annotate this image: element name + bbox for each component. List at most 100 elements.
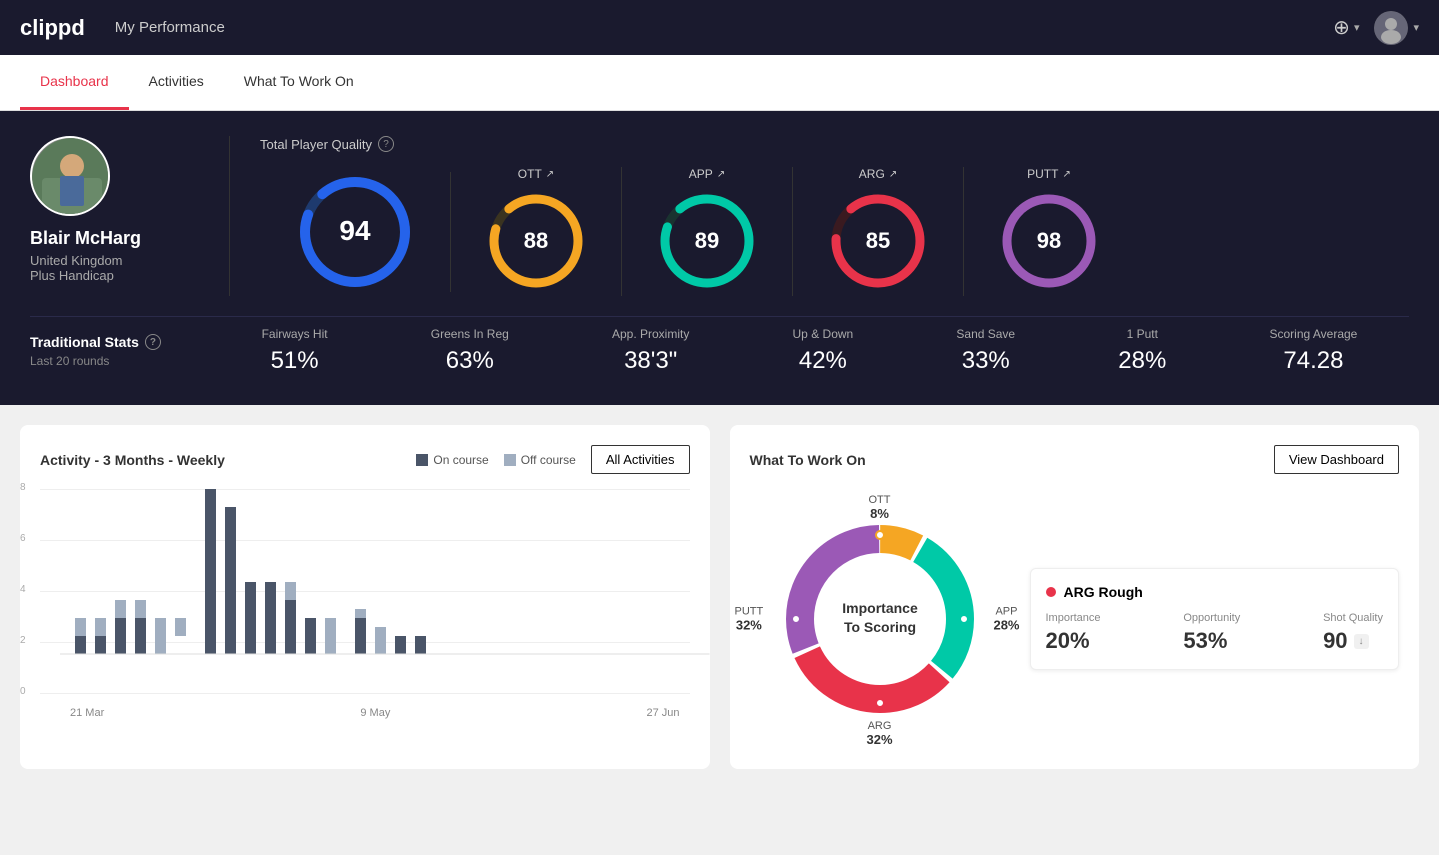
trad-stats-label: Traditional Stats ? Last 20 rounds [30, 334, 210, 368]
ott-marker [876, 531, 884, 539]
gauge-ott: OTT ↗ 88 [451, 167, 622, 296]
info-card-title: ARG Rough [1046, 584, 1384, 600]
main-tabs: Dashboard Activities What To Work On [0, 55, 1439, 111]
bar-chart-container: 8 6 4 2 0 [40, 489, 690, 719]
gauge-arg-label: ARG ↗ [859, 167, 897, 181]
user-menu[interactable]: ▾ [1374, 11, 1419, 45]
gauge-arg-container: 85 [828, 191, 928, 296]
stat-fairways: Fairways Hit 51% [262, 327, 328, 375]
gauge-app: APP ↗ 89 [622, 167, 793, 296]
putt-marker [792, 615, 800, 623]
gauge-ott-container: 88 [486, 191, 586, 296]
stat-proximity: App. Proximity 38'3" [612, 327, 689, 375]
avatar [1374, 11, 1408, 45]
legend-on-course: On course [416, 453, 488, 467]
player-handicap: Plus Handicap [30, 268, 114, 283]
app-label: APP 28% [993, 606, 1019, 633]
stat-scoring: Scoring Average 74.28 [1270, 327, 1358, 375]
arg-label: ARG 32% [866, 720, 892, 747]
quality-help-icon[interactable]: ? [378, 136, 394, 152]
x-label-mar: 21 Mar [70, 707, 104, 719]
header-actions: ⊕ ▾ ▾ [1333, 11, 1419, 45]
stat-sand-save: Sand Save 33% [956, 327, 1015, 375]
app-marker [960, 615, 968, 623]
gauge-app-label: APP ↗ [689, 167, 725, 181]
quality-section: Total Player Quality ? 94 OTT ↗ [230, 136, 1409, 296]
gauge-app-container: 89 [657, 191, 757, 296]
arg-marker [876, 699, 884, 707]
stat-up-down: Up & Down 42% [793, 327, 854, 375]
off-course-dot [504, 454, 516, 466]
player-avatar [30, 136, 110, 216]
what-to-work-title: What To Work On [750, 452, 866, 468]
gauge-arg: ARG ↗ 85 [793, 167, 964, 296]
legend-off-course: Off course [504, 453, 576, 467]
on-course-dot [416, 454, 428, 466]
player-info: Blair McHarg United Kingdom Plus Handica… [30, 136, 230, 296]
trad-stats-title: Traditional Stats ? [30, 334, 210, 350]
activity-panel: Activity - 3 Months - Weekly On course O… [20, 425, 710, 769]
stats-hero: Blair McHarg United Kingdom Plus Handica… [0, 111, 1439, 405]
what-to-work-panel: What To Work On View Dashboard Importanc… [730, 425, 1420, 769]
quality-label: Total Player Quality ? [260, 136, 1409, 152]
trad-stats-subtitle: Last 20 rounds [30, 354, 210, 368]
donut-center-line2: To Scoring [843, 619, 915, 635]
ott-arrow-icon: ↗ [546, 169, 554, 180]
gauge-putt-label: PUTT ↗ [1027, 167, 1071, 181]
chart-x-labels: 21 Mar 9 May 27 Jun [60, 707, 690, 719]
svg-text:98: 98 [1037, 228, 1061, 253]
trad-help-icon[interactable]: ? [145, 334, 161, 350]
svg-text:85: 85 [866, 228, 890, 253]
donut-center-line1: Importance [842, 600, 918, 616]
gauge-tpq-svg: 94 [295, 172, 415, 292]
gauge-ott-svg: 88 [486, 191, 586, 291]
activity-panel-header: Activity - 3 Months - Weekly On course O… [40, 445, 690, 474]
info-card: ARG Rough Importance 20% Opportunity 53%… [1030, 568, 1400, 670]
add-button[interactable]: ⊕ ▾ [1333, 15, 1359, 40]
chart-legend: On course Off course All Activities [416, 445, 689, 474]
gauge-putt-svg: 98 [999, 191, 1099, 291]
stat-greens: Greens In Reg 63% [431, 327, 509, 375]
x-label-jun: 27 Jun [646, 707, 679, 719]
tab-activities[interactable]: Activities [129, 55, 224, 110]
all-activities-button[interactable]: All Activities [591, 445, 690, 474]
plus-icon: ⊕ [1333, 15, 1350, 40]
what-to-work-header: What To Work On View Dashboard [750, 445, 1400, 474]
x-label-may: 9 May [360, 707, 390, 719]
gauge-putt-container: 98 [999, 191, 1099, 296]
bottom-row: Activity - 3 Months - Weekly On course O… [0, 405, 1439, 789]
red-dot-icon [1046, 587, 1056, 597]
donut-chart: Importance To Scoring OTT 8% APP 28% [750, 489, 1010, 749]
what-to-work-content: Importance To Scoring OTT 8% APP 28% [750, 489, 1400, 749]
stat-one-putt: 1 Putt 28% [1118, 327, 1166, 375]
gauge-arg-svg: 85 [828, 191, 928, 291]
tab-what-to-work-on[interactable]: What To Work On [224, 55, 374, 110]
svg-text:88: 88 [524, 228, 548, 253]
svg-text:89: 89 [695, 228, 719, 253]
quality-gauges: 94 OTT ↗ 88 [260, 167, 1409, 296]
putt-label: PUTT 32% [735, 606, 764, 633]
donut-svg: Importance To Scoring [750, 489, 1010, 749]
bar-chart-svg [60, 489, 710, 694]
app-header: clippd My Performance ⊕ ▾ ▾ [0, 0, 1439, 55]
svg-text:94: 94 [339, 215, 371, 246]
page-title: My Performance [115, 19, 1333, 36]
logo[interactable]: clippd [20, 15, 85, 41]
view-dashboard-button[interactable]: View Dashboard [1274, 445, 1399, 474]
gauge-tpq: 94 [260, 172, 451, 292]
player-row: Blair McHarg United Kingdom Plus Handica… [30, 136, 1409, 296]
tab-dashboard[interactable]: Dashboard [20, 55, 129, 110]
putt-arrow-icon: ↗ [1062, 169, 1070, 180]
gauge-ott-label: OTT ↗ [518, 167, 554, 181]
add-chevron: ▾ [1354, 21, 1360, 34]
info-card-stats: Importance 20% Opportunity 53% Shot Qual… [1046, 612, 1384, 654]
stat-shot-quality: Shot Quality 90 ↓ [1323, 612, 1383, 654]
activity-chart-title: Activity - 3 Months - Weekly [40, 452, 225, 468]
ott-label: OTT 8% [869, 494, 891, 521]
stat-importance: Importance 20% [1046, 612, 1101, 654]
traditional-stats: Traditional Stats ? Last 20 rounds Fairw… [30, 316, 1409, 375]
trad-stats-items: Fairways Hit 51% Greens In Reg 63% App. … [210, 327, 1409, 375]
gauge-putt: PUTT ↗ 98 [964, 167, 1134, 296]
player-country: United Kingdom [30, 253, 123, 268]
user-chevron: ▾ [1413, 21, 1419, 34]
